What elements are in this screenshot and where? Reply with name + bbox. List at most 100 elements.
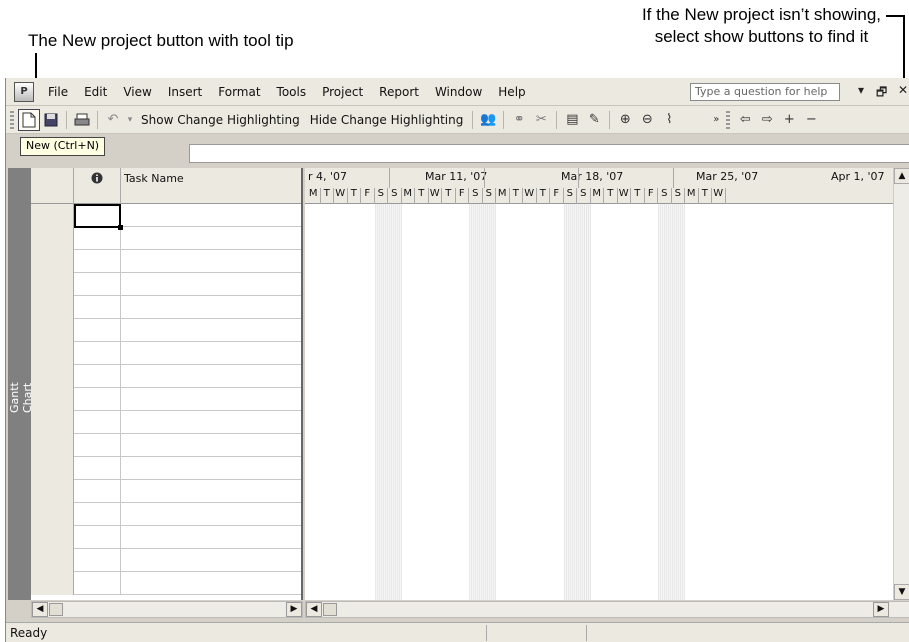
indicator-cell[interactable] — [74, 388, 121, 411]
row-header[interactable] — [31, 411, 74, 434]
copy-picture-button[interactable]: ⌇ — [658, 109, 680, 131]
menu-window[interactable]: Window — [427, 85, 490, 99]
indicator-cell[interactable] — [74, 296, 121, 319]
table-row[interactable] — [31, 204, 301, 227]
indicator-cell[interactable] — [74, 342, 121, 365]
table-row[interactable] — [31, 434, 301, 457]
table-row[interactable] — [31, 250, 301, 273]
scroll-up-icon[interactable]: ▲ — [894, 168, 909, 184]
row-header[interactable] — [31, 503, 74, 526]
undo-dropdown-icon[interactable]: ▾ — [124, 109, 136, 131]
menu-format[interactable]: Format — [210, 85, 268, 99]
row-header[interactable] — [31, 388, 74, 411]
menu-edit[interactable]: Edit — [76, 85, 115, 99]
row-header[interactable] — [31, 549, 74, 572]
row-header[interactable] — [31, 342, 74, 365]
scroll-right-icon[interactable]: ▶ — [873, 602, 889, 617]
restore-window-icon[interactable]: 🗗 — [876, 83, 887, 104]
indicator-cell[interactable] — [74, 526, 121, 549]
indicators-header[interactable] — [74, 168, 121, 204]
row-header[interactable] — [31, 434, 74, 457]
indicator-cell[interactable] — [74, 572, 121, 595]
indicator-cell[interactable] — [74, 365, 121, 388]
assign-resources-button[interactable]: 👥 — [477, 109, 499, 131]
hide-change-highlighting-button[interactable]: Hide Change Highlighting — [305, 113, 469, 127]
help-search-input[interactable]: Type a question for help — [690, 83, 840, 101]
unlink-tasks-button[interactable]: ✂ — [530, 109, 552, 131]
table-row[interactable] — [31, 319, 301, 342]
app-icon[interactable]: P — [14, 81, 34, 102]
task-information-button[interactable]: ▤ — [561, 109, 583, 131]
scroll-left-icon[interactable]: ◀ — [306, 602, 322, 617]
task-name-cell[interactable] — [121, 296, 301, 319]
row-header[interactable] — [31, 273, 74, 296]
menu-view[interactable]: View — [115, 85, 159, 99]
indicator-cell[interactable] — [74, 319, 121, 342]
task-name-cell[interactable] — [121, 319, 301, 342]
row-header[interactable] — [31, 572, 74, 595]
task-name-cell[interactable] — [121, 526, 301, 549]
table-row[interactable] — [31, 388, 301, 411]
table-row[interactable] — [31, 503, 301, 526]
toolbar-options-button[interactable]: » — [710, 109, 722, 131]
entry-field[interactable] — [189, 144, 909, 163]
help-dropdown-icon[interactable]: ▾ — [858, 83, 864, 97]
scroll-left-icon[interactable]: ◀ — [32, 602, 48, 617]
hide-subtasks-button[interactable]: − — [800, 109, 822, 131]
row-header[interactable] — [31, 250, 74, 273]
link-tasks-button[interactable]: ⚭ — [508, 109, 530, 131]
task-name-cell[interactable] — [121, 273, 301, 296]
table-row[interactable] — [31, 273, 301, 296]
chart-horizontal-scrollbar[interactable]: ◀ ▶ — [305, 601, 909, 618]
toolbar-grip-2[interactable] — [726, 110, 731, 129]
row-header[interactable] — [31, 319, 74, 342]
fill-handle[interactable] — [118, 225, 123, 230]
row-header[interactable] — [31, 204, 74, 227]
row-header[interactable] — [31, 365, 74, 388]
indicator-cell[interactable] — [74, 503, 121, 526]
menu-tools[interactable]: Tools — [269, 85, 315, 99]
table-row[interactable] — [31, 457, 301, 480]
menu-insert[interactable]: Insert — [160, 85, 210, 99]
indicator-cell[interactable] — [74, 549, 121, 572]
indicator-cell[interactable] — [74, 457, 121, 480]
task-name-cell[interactable] — [121, 549, 301, 572]
task-name-cell[interactable] — [121, 457, 301, 480]
zoom-out-button[interactable]: ⊖ — [636, 109, 658, 131]
scroll-right-icon[interactable]: ▶ — [286, 602, 302, 617]
task-name-cell[interactable] — [121, 480, 301, 503]
row-header[interactable] — [31, 526, 74, 549]
menu-help[interactable]: Help — [490, 85, 533, 99]
new-project-button[interactable] — [18, 108, 40, 131]
undo-button[interactable]: ↶ — [102, 109, 124, 131]
indicator-cell[interactable] — [74, 273, 121, 296]
menu-report[interactable]: Report — [371, 85, 427, 99]
active-cell[interactable] — [74, 204, 121, 228]
close-window-icon[interactable]: ✕ — [898, 83, 908, 97]
toolbar-grip[interactable] — [10, 110, 14, 129]
indicator-cell[interactable] — [74, 434, 121, 457]
indicator-cell[interactable] — [74, 411, 121, 434]
outdent-button[interactable]: ⇦ — [734, 109, 756, 131]
indicator-cell[interactable] — [74, 227, 121, 250]
row-header[interactable] — [31, 296, 74, 319]
task-name-header[interactable]: Task Name — [121, 168, 301, 204]
task-notes-button[interactable]: ✎ — [583, 109, 605, 131]
task-name-cell[interactable] — [121, 227, 301, 250]
task-name-cell[interactable] — [121, 503, 301, 526]
select-all-cell[interactable] — [31, 168, 74, 204]
save-button[interactable] — [40, 109, 62, 131]
table-row[interactable] — [31, 411, 301, 434]
table-row[interactable] — [31, 480, 301, 503]
view-bar[interactable]: Gantt Chart — [8, 168, 34, 600]
table-row[interactable] — [31, 296, 301, 319]
row-header[interactable] — [31, 480, 74, 503]
indicator-cell[interactable] — [74, 250, 121, 273]
scroll-thumb[interactable] — [49, 603, 63, 616]
task-name-cell[interactable] — [121, 250, 301, 273]
row-header[interactable] — [31, 227, 74, 250]
scroll-thumb[interactable] — [323, 603, 337, 616]
table-row[interactable] — [31, 342, 301, 365]
table-row[interactable] — [31, 365, 301, 388]
task-name-cell[interactable] — [121, 204, 301, 227]
